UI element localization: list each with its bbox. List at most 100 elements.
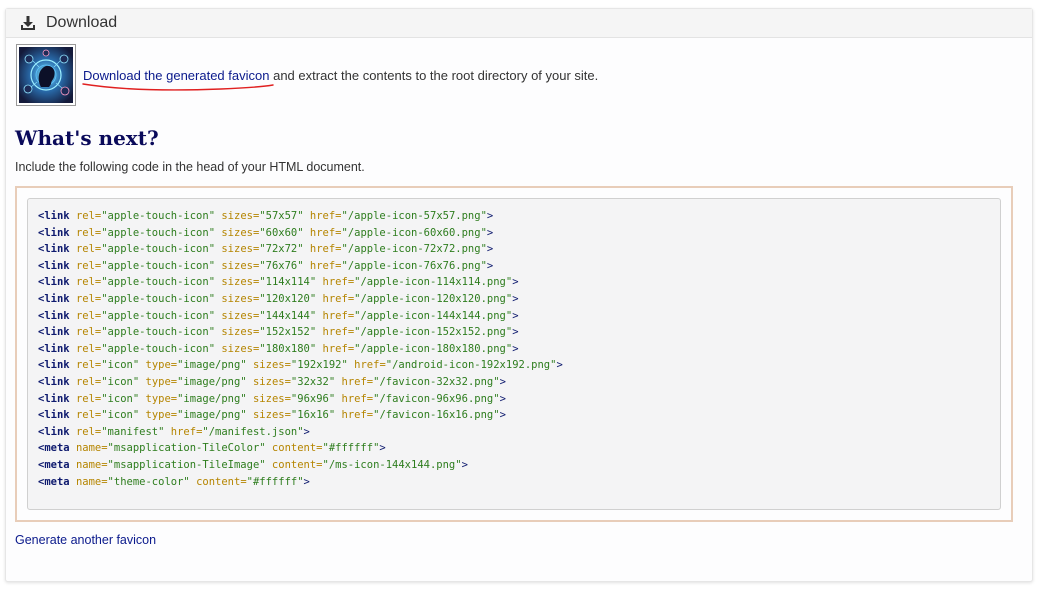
code-value: "/apple-icon-76x76.png" [341,259,487,272]
code-value: "/apple-icon-57x57.png" [341,210,487,222]
code-tag-close: > [499,409,506,422]
code-value: "/apple-icon-60x60.png" [341,226,487,239]
code-tag: <link [38,226,70,239]
code-value: "/favicon-32x32.png" [373,375,500,388]
code-value: "apple-touch-icon" [101,210,216,222]
download-favicon-link[interactable]: Download the generated favicon [82,68,274,91]
code-value: "152x152" [259,326,317,339]
code-value: "apple-touch-icon" [101,309,216,322]
panel-title: Download [46,14,118,31]
code-line: <link rel="apple-touch-icon" sizes="57x5… [38,208,990,225]
download-row: Download the generated favicon and extra… [16,44,598,106]
code-attr: sizes= [252,375,291,388]
code-value: "msapplication-TileColor" [107,442,266,455]
code-value: "/apple-icon-152x152.png" [354,326,513,339]
code-attr: content= [271,458,323,471]
code-value: "#ffffff" [322,442,380,455]
code-value: "image/png" [177,375,247,388]
favicon-thumbnail[interactable] [16,44,76,106]
code-value: "image/png" [177,409,247,422]
code-line: <meta name="msapplication-TileColor" con… [38,440,990,457]
code-tag: <link [38,292,70,305]
code-tag-close: > [512,276,519,289]
code-tag-close: > [556,359,563,372]
code-attr: rel= [75,309,102,322]
code-line: <link rel="icon" type="image/png" sizes=… [38,374,990,391]
code-value: "manifest" [101,425,165,438]
code-attr: href= [170,425,203,438]
code-value: "icon" [101,359,140,372]
code-value: "120x120" [259,292,317,305]
code-value: "180x180" [259,342,317,355]
code-line: <link rel="apple-touch-icon" sizes="76x7… [38,258,990,275]
favicon-preview-image [19,47,73,103]
download-icon [20,15,36,31]
code-attr: href= [322,326,355,339]
code-value: "/favicon-96x96.png" [373,392,500,405]
code-attr: href= [341,392,374,405]
code-line: <link rel="apple-touch-icon" sizes="152x… [38,324,990,341]
code-line: <link rel="icon" type="image/png" sizes=… [38,391,990,408]
code-line: <link rel="apple-touch-icon" sizes="180x… [38,341,990,358]
code-line: <link rel="apple-touch-icon" sizes="72x7… [38,241,990,258]
code-attr: href= [354,359,386,372]
code-tag-close: > [512,309,519,322]
code-attr: href= [309,259,342,272]
code-attr: rel= [75,326,102,339]
code-attr: content= [271,442,323,455]
code-tag: <meta [38,458,70,471]
code-value: "apple-touch-icon" [101,243,216,256]
code-value: "/ms-icon-144x144.png" [322,458,462,471]
code-attr: type= [145,392,178,405]
code-tag: <link [38,375,70,388]
code-tag-close: > [512,292,519,305]
code-attr: href= [309,243,342,256]
code-attr: href= [322,276,355,289]
code-tag-close: > [486,226,494,239]
code-attr: href= [341,375,374,388]
code-value: "72x72" [259,243,304,256]
code-line: <link rel="apple-touch-icon" sizes="144x… [38,308,990,325]
code-attr: type= [145,375,178,388]
code-tag: <link [38,259,70,272]
code-tag: <link [38,425,70,438]
code-attr: href= [322,292,355,305]
code-value: "/apple-icon-72x72.png" [341,243,487,256]
code-block[interactable]: <link rel="apple-touch-icon" sizes="57x5… [27,198,1001,510]
code-value: "apple-touch-icon" [101,276,216,289]
code-value: "/favicon-16x16.png" [373,409,500,422]
code-tag: <link [38,342,70,355]
code-line: <link rel="manifest" href="/manifest.jso… [38,424,990,441]
panel-header: Download [6,9,1032,38]
code-tag-close: > [499,392,506,405]
code-attr: href= [322,309,355,322]
code-value: "image/png" [177,359,247,372]
code-value: "60x60" [259,226,304,239]
code-tag-close: > [512,342,519,355]
code-tag: <link [38,409,70,422]
code-attr: name= [75,458,108,471]
code-attr: rel= [75,409,102,422]
code-value: "/apple-icon-144x144.png" [354,309,513,322]
code-attr: sizes= [221,309,260,322]
download-instruction: Download the generated favicon and extra… [82,68,598,91]
intro-text: Include the following code in the head o… [15,160,365,174]
generate-another-favicon-link[interactable]: Generate another favicon [15,533,156,547]
code-tag: <meta [38,442,70,455]
code-line: <meta name="theme-color" content="#fffff… [38,474,990,491]
code-value: "theme-color" [107,475,190,488]
code-line: <link rel="apple-touch-icon" sizes="60x6… [38,225,990,242]
code-value: "apple-touch-icon" [101,226,216,239]
code-tag: <link [38,359,70,372]
code-attr: type= [145,409,178,422]
code-value: "/apple-icon-180x180.png" [354,342,513,355]
code-value: "/android-icon-192x192.png" [385,359,557,372]
code-value: "apple-touch-icon" [101,292,216,305]
code-attr: type= [145,359,178,372]
code-value: "16x16" [290,409,336,422]
code-value: "/apple-icon-120x120.png" [354,292,513,305]
code-attr: name= [75,442,108,455]
code-tag: <link [38,392,70,405]
code-value: "114x114" [259,276,317,289]
code-tag: <link [38,243,70,256]
